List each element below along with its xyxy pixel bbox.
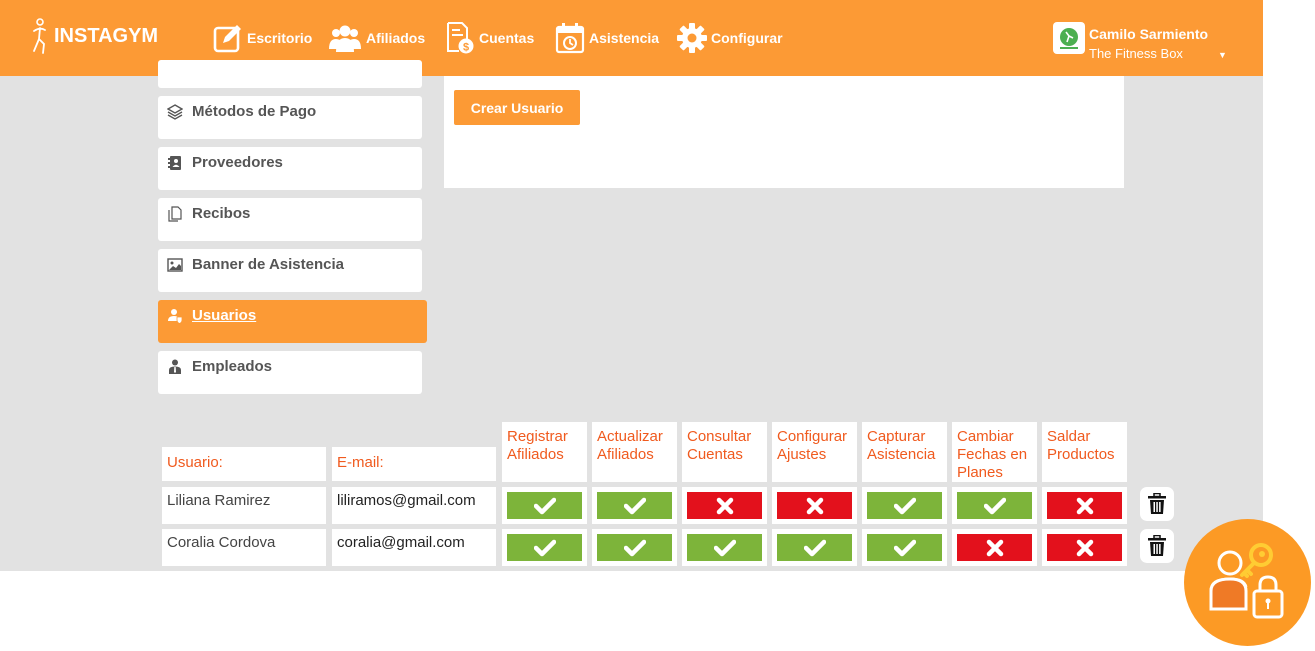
sidebar-item-proveedores[interactable]: Proveedores: [158, 147, 422, 190]
column-header-actualizar-afiliados: Actualizar Afiliados: [592, 422, 677, 482]
check-icon: [623, 497, 646, 514]
gym-logo-avatar: [1053, 22, 1085, 54]
nav-configurar[interactable]: Configurar: [677, 18, 783, 58]
svg-text:$: $: [463, 42, 469, 54]
user-name: Camilo Sarmiento: [1089, 26, 1209, 42]
sidebar-item-label: Usuarios: [192, 307, 257, 324]
cell-email: liliramos@gmail.com: [332, 487, 496, 524]
permission-granted-toggle[interactable]: [507, 492, 582, 519]
sidebar-item-metodos-pago[interactable]: Métodos de Pago: [158, 96, 422, 139]
gym-logo-icon: [1060, 28, 1078, 49]
check-icon: [983, 497, 1006, 514]
check-icon: [533, 539, 556, 556]
user-menu[interactable]: Camilo Sarmiento The Fitness Box ▼: [1053, 22, 1233, 62]
sidebar-item-label: Recibos: [192, 205, 251, 222]
permission-denied-toggle[interactable]: [687, 492, 762, 519]
employee-icon: [169, 359, 181, 374]
cell-email: coralia@gmail.com: [332, 529, 496, 566]
check-icon: [893, 497, 916, 514]
runner-icon: [33, 18, 46, 54]
sidebar-item-label: Banner de Asistencia: [192, 256, 344, 273]
delete-user-button[interactable]: [1140, 529, 1174, 563]
nav-label: Configurar: [711, 30, 783, 46]
trash-icon: [1148, 493, 1166, 514]
column-header-registrar-afiliados: Registrar Afiliados: [502, 422, 587, 482]
permission-granted-toggle[interactable]: [507, 534, 582, 561]
check-icon: [533, 497, 556, 514]
nav-cuentas[interactable]: $ Cuentas: [445, 18, 534, 58]
nav-label: Asistencia: [589, 30, 660, 46]
permission-granted-toggle[interactable]: [597, 492, 672, 519]
trash-icon: [1148, 535, 1166, 556]
permission-denied-toggle[interactable]: [777, 492, 852, 519]
nav-label: Escritorio: [247, 30, 313, 46]
permission-granted-toggle[interactable]: [867, 534, 942, 561]
sidebar-item-label: Empleados: [192, 358, 273, 375]
column-header-cambiar-fechas: Cambiar Fechas en Planes: [952, 422, 1037, 482]
invoice-icon: $: [447, 22, 474, 54]
documents-icon: [168, 206, 182, 222]
permission-denied-toggle[interactable]: [1047, 534, 1122, 561]
users-icon: [329, 25, 361, 52]
sidebar-item-hidden[interactable]: [158, 60, 422, 88]
app-window: INSTAGYM Escritorio Afiliados $ Cuentas …: [0, 0, 1263, 571]
sidebar-item-banner-asistencia[interactable]: Banner de Asistencia: [158, 249, 422, 292]
nav-afiliados[interactable]: Afiliados: [328, 18, 425, 58]
close-icon: [986, 539, 1003, 556]
column-header-email: E-mail:: [332, 447, 496, 481]
nav-label: Cuentas: [479, 30, 535, 46]
permission-denied-toggle[interactable]: [1047, 492, 1122, 519]
permission-denied-toggle[interactable]: [957, 534, 1032, 561]
user-shield-icon: [168, 309, 183, 324]
check-icon: [893, 539, 916, 556]
user-permissions-badge: [1184, 519, 1311, 646]
check-icon: [803, 539, 826, 556]
user-lock-key-icon: [1209, 543, 1284, 619]
close-icon: [1076, 497, 1093, 514]
delete-user-button[interactable]: [1140, 487, 1174, 521]
brand-name: INSTAGYM: [54, 24, 159, 47]
permission-granted-toggle[interactable]: [597, 534, 672, 561]
sidebar-item-label: Proveedores: [192, 154, 283, 171]
gym-name: The Fitness Box: [1089, 46, 1183, 61]
permission-granted-toggle[interactable]: [687, 534, 762, 561]
calendar-icon: [555, 23, 585, 54]
check-icon: [623, 539, 646, 556]
permission-granted-toggle[interactable]: [867, 492, 942, 519]
close-icon: [716, 497, 733, 514]
sidebar-item-empleados[interactable]: Empleados: [158, 351, 422, 394]
close-icon: [806, 497, 823, 514]
column-header-user: Usuario:: [162, 447, 326, 481]
sidebar-item-usuarios[interactable]: Usuarios: [158, 300, 427, 343]
nav-escritorio[interactable]: Escritorio: [213, 18, 312, 58]
cell-user-name: Liliana Ramirez: [162, 487, 326, 524]
address-book-icon: [168, 156, 181, 170]
image-icon: [167, 258, 183, 272]
close-icon: [1076, 539, 1093, 556]
nav-asistencia[interactable]: Asistencia: [555, 18, 659, 58]
create-user-button[interactable]: Crear Usuario: [454, 90, 580, 125]
check-icon: [713, 539, 736, 556]
permission-granted-toggle[interactable]: [777, 534, 852, 561]
sidebar-item-recibos[interactable]: Recibos: [158, 198, 422, 241]
column-header-configurar-ajustes: Configurar Ajustes: [772, 422, 857, 482]
column-header-consultar-cuentas: Consultar Cuentas: [682, 422, 767, 482]
users-panel: Crear Usuario: [444, 76, 1124, 188]
column-header-capturar-asistencia: Capturar Asistencia: [862, 422, 947, 482]
permission-granted-toggle[interactable]: [957, 492, 1032, 519]
nav-label: Afiliados: [366, 30, 426, 46]
edit-icon: [213, 25, 241, 53]
layers-icon: [167, 104, 183, 120]
gear-icon: [677, 23, 707, 53]
column-header-saldar-productos: Saldar Productos: [1042, 422, 1127, 482]
chevron-down-icon[interactable]: ▼: [1218, 50, 1227, 60]
brand-logo[interactable]: INSTAGYM: [30, 16, 158, 56]
sidebar-item-label: Métodos de Pago: [192, 103, 317, 120]
cell-user-name: Coralia Cordova: [162, 529, 326, 566]
